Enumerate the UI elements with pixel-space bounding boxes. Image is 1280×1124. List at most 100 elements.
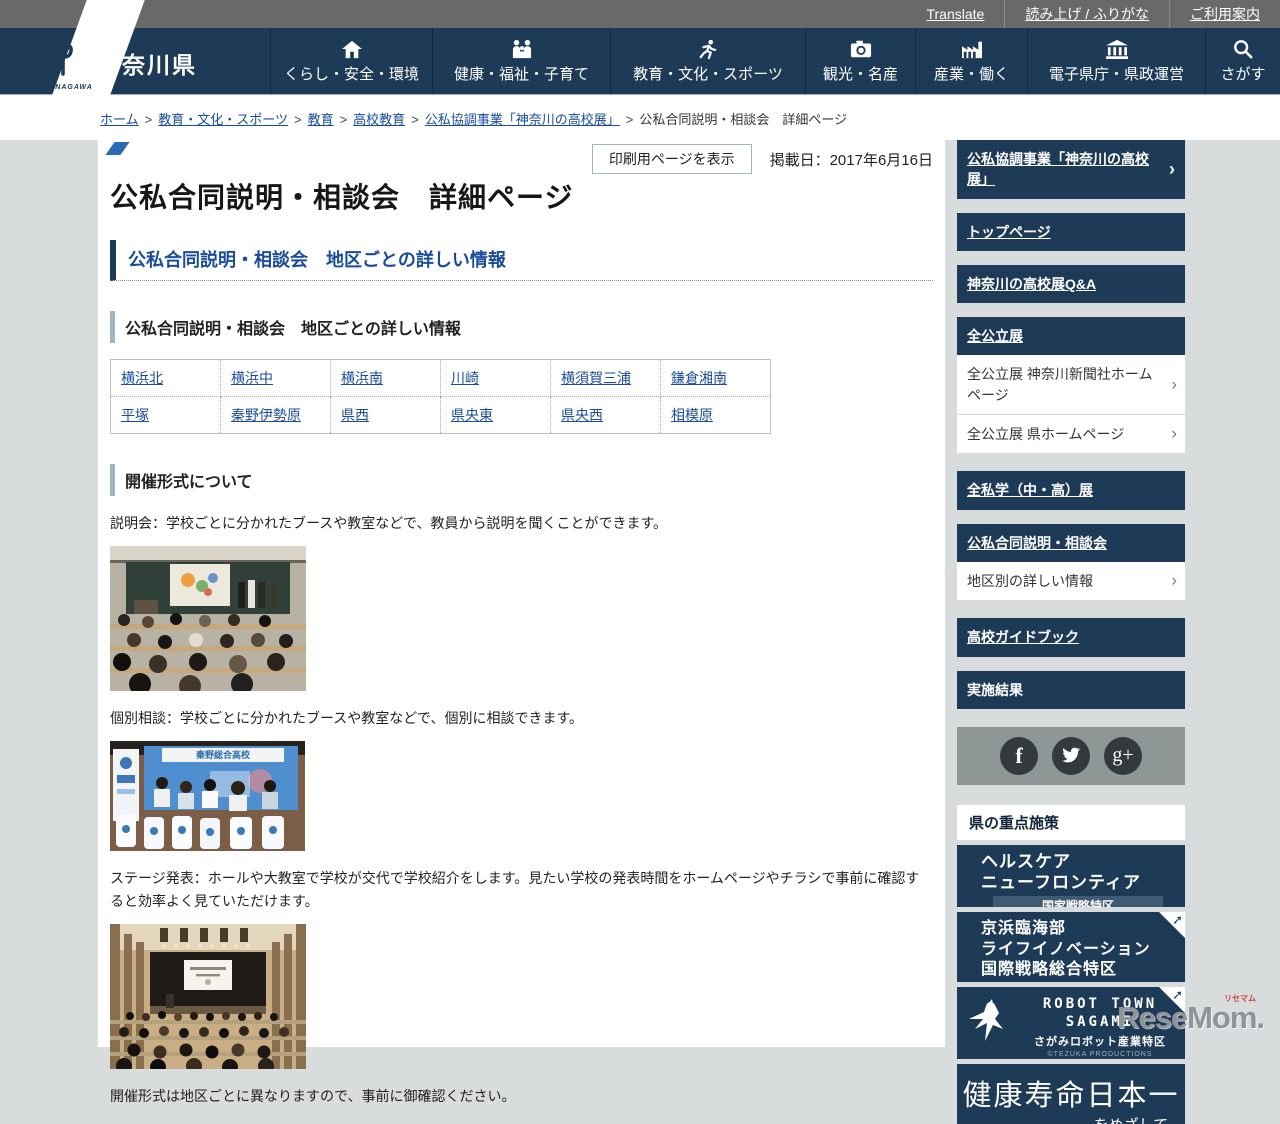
district-link-kawasaki[interactable]: 川崎 xyxy=(451,370,479,386)
banner-line: ヘルスケア xyxy=(981,851,1071,871)
paragraph-setsumeikai: 説明会：学校ごとに分かれたブースや教室などで、教員から説明を聞くことができます。 xyxy=(110,515,668,531)
runner-icon xyxy=(699,39,717,59)
banner-line: をめざして xyxy=(1077,1114,1185,1124)
nav-item-label: 産業・働く xyxy=(933,65,1009,83)
sidebar-item-koshi-godo-setsumeikai[interactable]: 公私合同説明・相談会 xyxy=(957,523,1185,562)
nav-item-egov[interactable]: 電子県庁・県政運営 xyxy=(1027,28,1205,94)
sidebar-item-zenkoritsuten[interactable]: 全公立展 xyxy=(957,317,1185,356)
banner-credit: ©TEZUKA PRODUCTIONS xyxy=(1047,1051,1153,1059)
nav-item-label: 観光・名産 xyxy=(822,65,898,83)
chevron-right-icon: › xyxy=(1171,570,1177,590)
social-share-box: f g+ xyxy=(957,726,1185,785)
district-link-kenou-nishi[interactable]: 県央西 xyxy=(561,407,603,423)
sidebar-item-zenkoritsuten-ken[interactable]: 全公立展 県ホームページ › xyxy=(957,414,1185,454)
camera-icon xyxy=(850,40,871,57)
breadcrumb-separator: > xyxy=(411,112,419,127)
chevron-right-icon: › xyxy=(1171,374,1177,394)
breadcrumb-koshi-kyocho[interactable]: 公私協調事業「神奈川の高校展」 xyxy=(425,112,620,127)
sidebar-item-chikubetsu-joho[interactable]: 地区別の詳しい情報 › xyxy=(957,561,1185,601)
print-page-button[interactable]: 印刷用ページを表示 xyxy=(591,144,752,174)
district-link-yokohama-kita[interactable]: 横浜北 xyxy=(121,370,163,386)
district-link-hadano-isehara[interactable]: 秦野伊勢原 xyxy=(231,407,301,423)
district-link-yokohama-naka[interactable]: 横浜中 xyxy=(231,370,273,386)
photo-auditorium-stage xyxy=(110,924,306,1070)
nav-item-tourism[interactable]: 観光・名産 xyxy=(805,28,915,94)
banner-line: 健康寿命日本一 xyxy=(962,1079,1180,1112)
translate-link[interactable]: Translate xyxy=(906,0,1004,28)
nav-item-label: 電子県庁・県政運営 xyxy=(1048,65,1184,83)
sidebar-item-label: 全公立展 神奈川新聞社ホームページ xyxy=(967,366,1153,403)
district-link-yokosuka-miura[interactable]: 横須賀三浦 xyxy=(561,370,631,386)
breadcrumb-education[interactable]: 教育 xyxy=(308,112,334,127)
twitter-bird-icon xyxy=(1062,748,1080,763)
sidebar-item-label: 高校ガイドブック xyxy=(967,629,1079,646)
nav-item-label: 健康・福祉・子育て xyxy=(453,65,589,83)
sidebar-item-guidebook[interactable]: 高校ガイドブック xyxy=(957,618,1185,657)
twitter-icon[interactable] xyxy=(1052,736,1090,775)
district-link-hiratsuka[interactable]: 平塚 xyxy=(121,407,149,423)
breadcrumb-band: ホーム > 教育・文化・スポーツ > 教育 > 高校教育 > 公私協調事業「神奈川の高校展」 > 公… xyxy=(0,95,1280,140)
district-link-kensei[interactable]: 県西 xyxy=(341,407,369,423)
district-link-kenou-higashi[interactable]: 県央東 xyxy=(451,407,493,423)
breadcrumb-current: 公私合同説明・相談会 詳細ページ xyxy=(639,112,848,127)
sidebar-item-zenkoritsuten-shimbun[interactable]: 全公立展 神奈川新聞社ホームページ › xyxy=(957,355,1185,415)
nav-item-label: 教育・文化・スポーツ xyxy=(633,65,783,83)
district-link-yokohama-minami[interactable]: 横浜南 xyxy=(341,370,383,386)
brand-en-label: KANAGAWA xyxy=(43,84,93,91)
nav-item-search[interactable]: さがす xyxy=(1205,28,1280,94)
sidebar: 公私協調事業「神奈川の高校展」 › トップページ 神奈川の高校展Q&A 全公立展… xyxy=(957,140,1185,1124)
readaloud-furigana-link[interactable]: 読み上げ / ふりがな xyxy=(1004,0,1169,28)
robot-bird-icon xyxy=(969,998,1003,1041)
banner-kenko-jumyo[interactable]: 健康寿命日本一 をめざして xyxy=(957,1063,1185,1124)
google-plus-icon[interactable]: g+ xyxy=(1104,736,1142,775)
sidebar-item-koshi-kyocho-jigyo[interactable]: 公私協調事業「神奈川の高校展」 › xyxy=(957,140,1185,199)
sidebar-item-label: トップページ xyxy=(967,223,1051,240)
sidebar-item-label: 公私協調事業「神奈川の高校展」 xyxy=(967,151,1149,188)
family-icon xyxy=(512,39,531,58)
breadcrumb-home[interactable]: ホーム xyxy=(100,112,139,127)
sidebar-item-label: 公私合同説明・相談会 xyxy=(967,534,1107,551)
breadcrumb-highschool-education[interactable]: 高校教育 xyxy=(353,112,405,127)
nav-item-label: さがす xyxy=(1220,65,1266,83)
section-subtitle: 公私合同説明・相談会 地区ごとの詳しい情報 xyxy=(110,311,933,343)
banner-keihin-life-innovation[interactable]: ➚ 京浜臨海部 ライフイノベーション 国際戦略総合特区 xyxy=(957,911,1185,982)
format-heading: 開催形式について xyxy=(110,464,933,496)
search-icon xyxy=(1234,39,1253,58)
banner-healthcare-new-frontier[interactable]: ヘルスケア ニューフロンティア 国家戦略特区 xyxy=(957,844,1185,907)
paragraph-stage-happyou: ステージ発表：ホールや大教室で学校が交代で学校紹介をします。見たい学校の発表時間… xyxy=(110,869,920,910)
featured-policies-header: 県の重点施策 xyxy=(957,804,1185,840)
brand-label: 神奈川県 xyxy=(97,52,197,78)
nav-item-living[interactable]: くらし・安全・環境 xyxy=(270,28,432,94)
paragraph-kobetsu-soudan: 個別相談：学校ごとに分かれたブースや教室などで、個別に相談できます。 xyxy=(110,709,584,726)
site-guide-link[interactable]: ご利用案内 xyxy=(1169,0,1280,28)
resemom-watermark: リセマム ReseMom. xyxy=(1117,994,1265,1036)
breadcrumb-education-culture-sports[interactable]: 教育・文化・スポーツ xyxy=(158,112,288,127)
sidebar-item-koukouten-qa[interactable]: 神奈川の高校展Q&A xyxy=(957,264,1185,304)
page-title: 公私合同説明・相談会 詳細ページ xyxy=(110,182,574,213)
banner-line: 国際戦略総合特区 xyxy=(981,961,1118,979)
main-content: 印刷用ページを表示 掲載日：2017年6月16日 公私合同説明・相談会 詳細ペー… xyxy=(97,140,945,1104)
watermark-ruby: リセマム xyxy=(1224,994,1256,1003)
sidebar-item-jisshi-kekka[interactable]: 実施結果 xyxy=(957,670,1185,709)
sidebar-item-zenshigaku-ten[interactable]: 全私学（中・高）展 xyxy=(957,471,1185,510)
page-body: 印刷用ページを表示 掲載日：2017年6月16日 公私合同説明・相談会 詳細ペー… xyxy=(0,140,1280,1124)
sidebar-item-label: 全公立展 xyxy=(967,328,1023,345)
utility-bar: Translate 読み上げ / ふりがな ご利用案内 xyxy=(0,0,1280,28)
sidebar-item-label: 全私学（中・高）展 xyxy=(967,482,1093,499)
nav-item-education[interactable]: 教育・文化・スポーツ xyxy=(610,28,805,94)
nav-item-health[interactable]: 健康・福祉・子育て xyxy=(432,28,610,94)
page: Translate 読み上げ / ふりがな ご利用案内 KANAGAWA 神奈川… xyxy=(0,0,1280,1124)
brand-home-link[interactable]: KANAGAWA 神奈川県 xyxy=(0,0,270,138)
district-link-sagamihara[interactable]: 相模原 xyxy=(671,407,713,423)
nav-item-industry[interactable]: 産業・働く xyxy=(915,28,1027,94)
photo-consultation-booth: 秦野総合高校 xyxy=(110,740,305,851)
banner-line: 京浜臨海部 xyxy=(981,919,1067,937)
banner-line: ニューフロンティア xyxy=(981,873,1141,893)
sidebar-item-top-page[interactable]: トップページ xyxy=(957,212,1185,251)
svg-text:秦野総合高校: 秦野総合高校 xyxy=(195,749,251,760)
breadcrumb-separator: > xyxy=(293,112,302,127)
kanagawa-emblem-icon xyxy=(46,42,73,76)
breadcrumb-separator: > xyxy=(144,112,153,127)
facebook-icon[interactable]: f xyxy=(1000,736,1038,775)
district-link-kamakura-shonan[interactable]: 鎌倉湘南 xyxy=(671,370,727,386)
